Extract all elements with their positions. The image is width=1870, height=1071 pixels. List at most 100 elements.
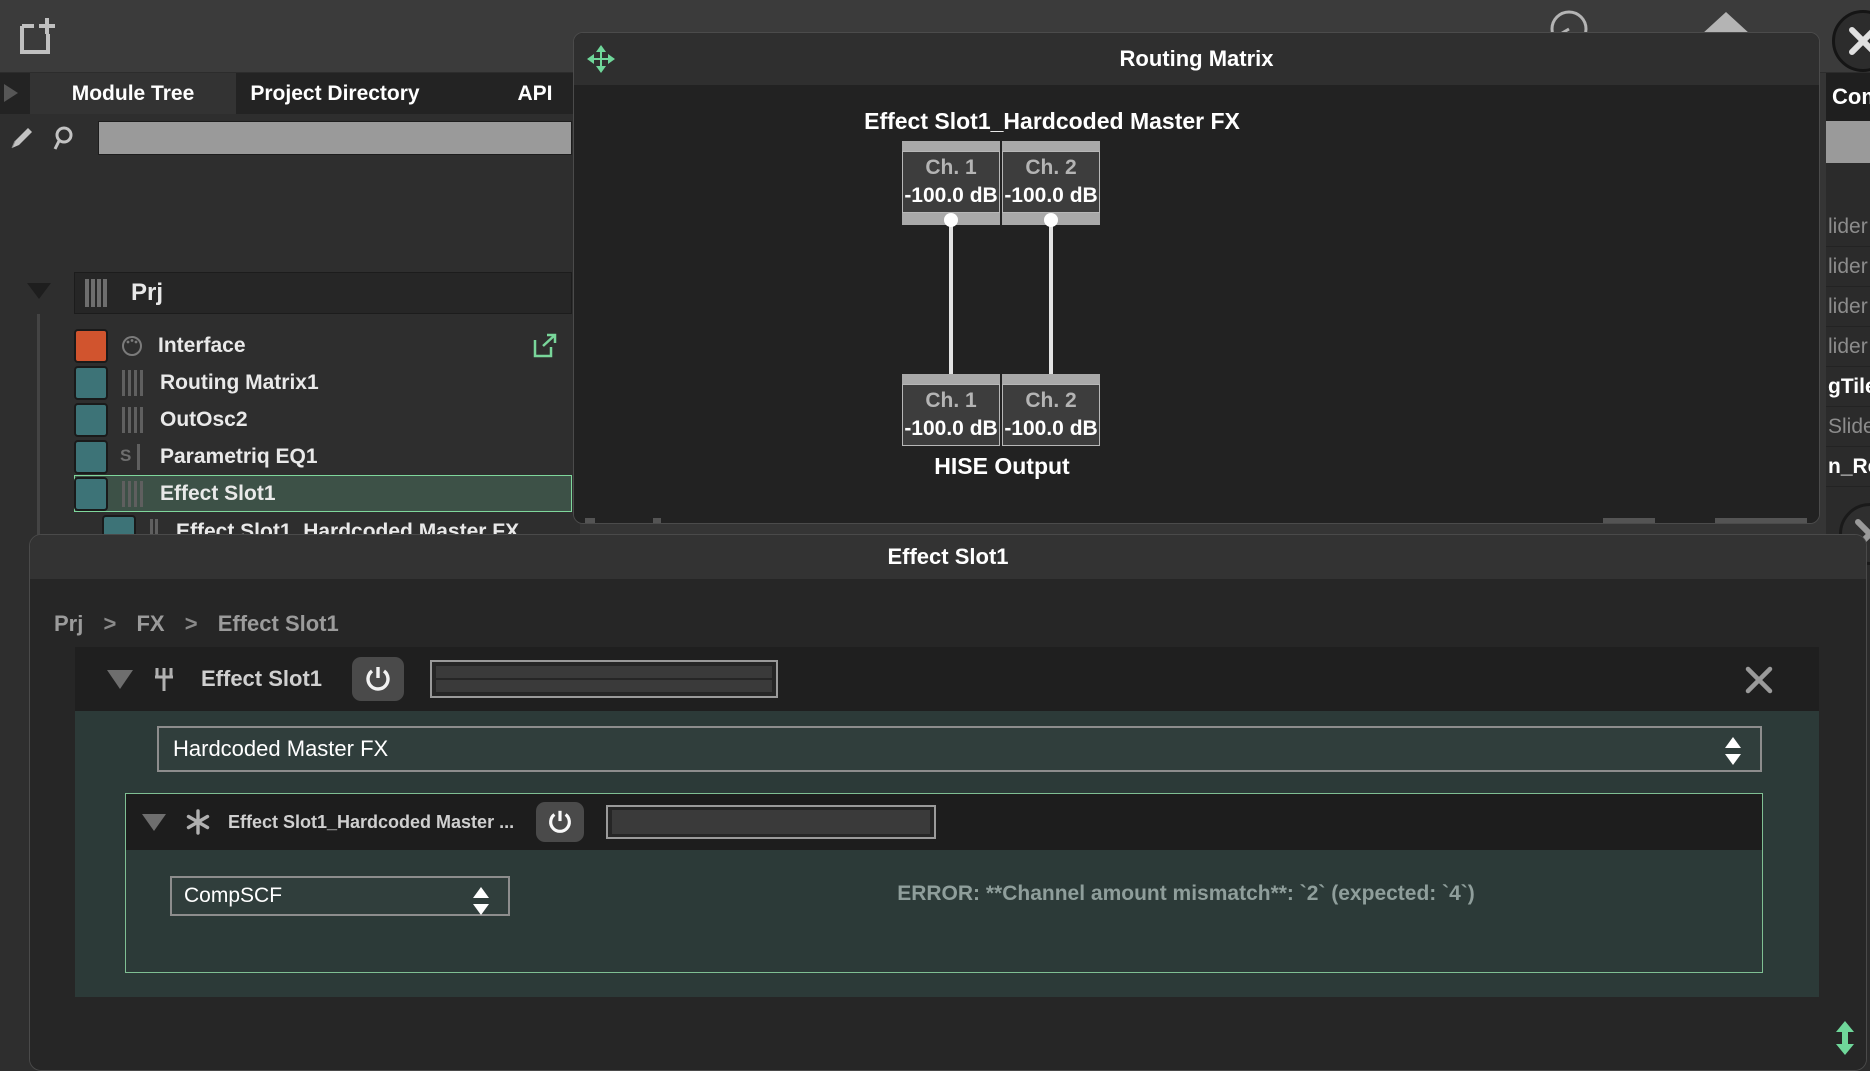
app-root: Module Tree Project Directory API Prj In… [0,0,1870,1071]
move-handle-icon[interactable] [586,44,616,74]
effect-chain-header: Effect Slot1 [75,647,1819,711]
fx-type-select[interactable]: Hardcoded Master FX [157,726,1762,772]
tree-item-routing-matrix1[interactable]: Routing Matrix1 [74,364,572,401]
component-select-value: CompSCF [184,884,283,907]
tree-item-label: Effect Slot1 [160,481,276,505]
search-input[interactable] [98,121,572,155]
tree-item-label: Parametriq EQ1 [160,444,318,468]
right-dock-item[interactable]: Slider [1826,407,1870,447]
module-color-swatch [74,365,108,400]
bars-icon [120,369,146,396]
chevron-down-icon[interactable] [142,813,166,831]
close-icon[interactable] [1744,665,1774,695]
effect-chain-name: Effect Slot1 [201,666,323,691]
channel-gain: -100.0 dB [1004,417,1098,440]
fx-type-value: Hardcoded Master FX [173,736,389,761]
module-color-swatch [74,476,108,511]
right-dock-title: Com [1826,73,1870,121]
breadcrumb-item-effect-slot1[interactable]: Effect Slot1 [218,611,339,636]
chevron-down-icon[interactable] [107,669,133,689]
bars-icon [83,279,109,307]
effect-node-body: CompSCF ERROR: **Channel amount mismatch… [126,850,1762,974]
left-dock-tabbar: Module Tree Project Directory API [0,73,580,114]
effect-chain: Effect Slot1 Hardcoded Master FX Effect … [75,647,1819,997]
channel-name: Ch. 1 [925,156,977,179]
level-meter [606,805,937,839]
knob-icon [120,334,144,358]
channel-gain: -100.0 dB [904,184,998,207]
right-dock-item[interactable]: lider [1826,207,1870,247]
channel-name: Ch. 2 [1025,389,1077,412]
effect-node: Effect Slot1_Hardcoded Master ... CompSC… [125,793,1763,973]
tree-item-parametriq-eq1[interactable]: S Parametriq EQ1 [74,438,572,475]
source-channel-1[interactable]: Ch. 1 -100.0 dB [902,151,1000,213]
level-meter [430,660,779,698]
routing-source-label: Effect Slot1_Hardcoded Master FX [864,108,1240,134]
popout-icon[interactable] [532,333,558,359]
tree-root-caret-icon[interactable] [27,283,51,299]
target-channel-2[interactable]: Ch. 2 -100.0 dB [1002,384,1100,446]
new-project-icon[interactable] [16,12,62,60]
resize-vertical-icon[interactable] [1833,1021,1857,1055]
power-button[interactable] [352,657,405,701]
source-channel-2[interactable]: Ch. 2 -100.0 dB [1002,151,1100,213]
breadcrumb-item-fx[interactable]: FX [136,611,164,636]
spinner-updown-icon[interactable] [1722,736,1744,766]
breadcrumb: Prj > FX > Effect Slot1 [54,611,339,637]
error-message: ERROR: **Channel amount mismatch**: `2` … [897,882,1475,905]
snowflake-icon [184,808,212,836]
right-dock-search-input[interactable] [1826,121,1870,163]
routing-matrix-body: Effect Slot1_Hardcoded Master FX Ch. 1 -… [574,85,1819,523]
tree-root-item[interactable]: Prj [74,272,572,314]
breadcrumb-item-prj[interactable]: Prj [54,611,83,636]
cable-endpoint-dot[interactable] [944,213,958,227]
right-dock-item[interactable]: lider [1826,287,1870,327]
right-dock-item[interactable]: lider [1826,327,1870,367]
breadcrumb-separator: > [103,611,117,636]
module-color-swatch [74,328,108,363]
tab-api[interactable]: API [500,73,570,114]
fx-chain-icon [153,664,183,694]
effect-node-name: Effect Slot1_Hardcoded Master ... [228,811,515,832]
tree-search-row [0,114,580,162]
tab-module-tree[interactable]: Module Tree [30,73,236,114]
routing-matrix-title: Routing Matrix [574,33,1819,85]
effect-slot-window-body: Prj > FX > Effect Slot1 Effect Slot1 Har… [30,579,1866,1070]
close-icon[interactable] [1832,10,1870,72]
pencil-icon[interactable] [8,124,36,152]
effect-node-header: Effect Slot1_Hardcoded Master ... [126,794,1762,850]
right-dock-item[interactable]: n_Re [1826,447,1870,487]
tree-root-label: Prj [131,279,164,306]
tree-item-effect-slot1[interactable]: Effect Slot1 [74,475,572,512]
bars-icon [120,480,146,507]
right-dock-gap [1826,163,1870,207]
right-dock-item[interactable]: gTile1 [1826,367,1870,407]
target-channel-1[interactable]: Ch. 1 -100.0 dB [902,384,1000,446]
routing-cable-ch1[interactable] [949,219,953,381]
tree-item-interface[interactable]: Interface [74,327,572,364]
channel-name: Ch. 1 [925,389,977,412]
power-button[interactable] [536,802,585,842]
effect-inner-panel: Hardcoded Master FX Effect Slot1_Hardcod… [75,711,1819,997]
tree-item-label: OutOsc2 [160,407,248,431]
tree-item-outosc2[interactable]: OutOsc2 [74,401,572,438]
search-icon[interactable] [52,124,80,152]
routing-matrix-hscrollbar[interactable] [585,516,1820,525]
eq-icon: S [120,443,146,470]
component-select[interactable]: CompSCF [170,876,510,916]
tree-item-label: Interface [158,333,246,357]
routing-target-label: HISE Output [934,453,1070,479]
channel-name: Ch. 2 [1025,156,1077,179]
channel-gain: -100.0 dB [904,417,998,440]
module-color-swatch [74,439,108,474]
spinner-updown-icon[interactable] [470,886,492,916]
tree-item-label: Routing Matrix1 [160,370,319,394]
routing-matrix-window: Routing Matrix Effect Slot1_Hardcoded Ma… [573,32,1820,524]
cable-endpoint-dot[interactable] [1044,213,1058,227]
right-dock-item[interactable]: lider [1826,247,1870,287]
breadcrumb-separator: > [184,611,198,636]
effect-slot-window-title: Effect Slot1 [30,535,1866,579]
collapse-arrow-icon[interactable] [4,84,18,102]
tab-project-directory[interactable]: Project Directory [240,73,430,114]
routing-cable-ch2[interactable] [1049,219,1053,381]
